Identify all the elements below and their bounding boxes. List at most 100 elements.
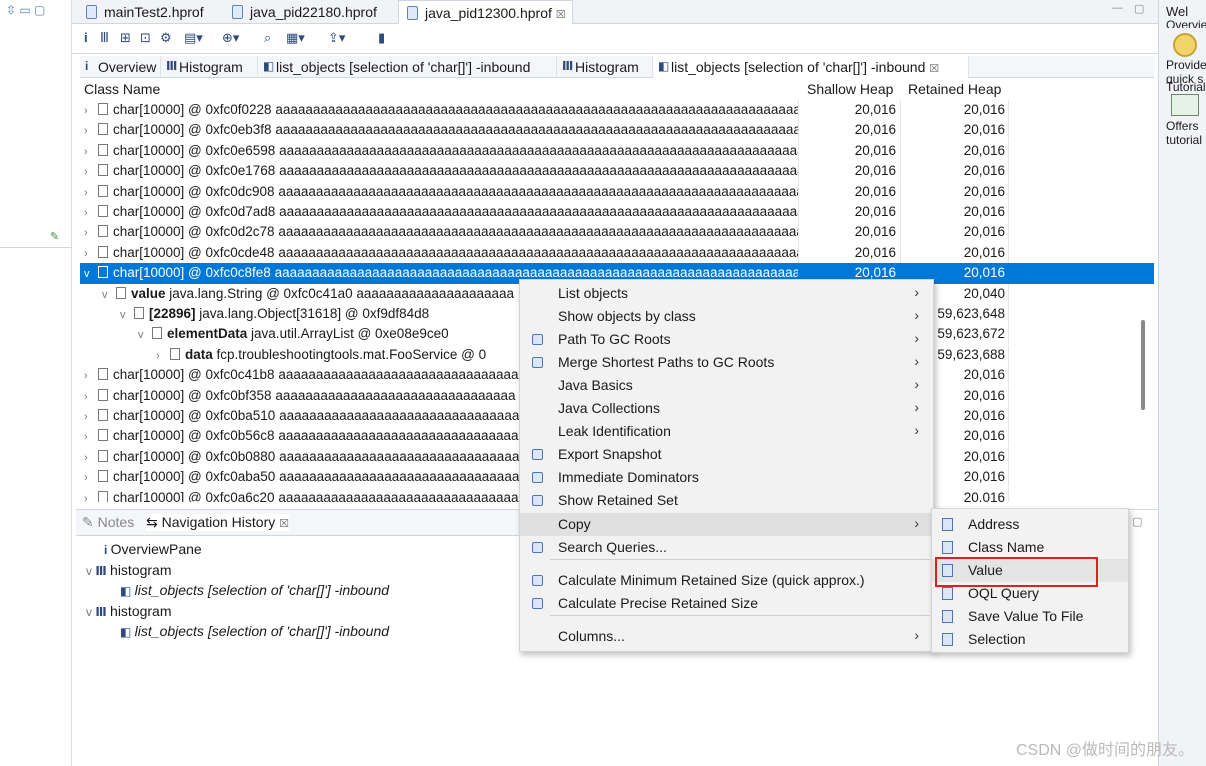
tab-overview[interactable]: i Overview [80,56,161,78]
copy-item-selection[interactable]: Selection [932,628,1128,651]
expand-arrow-icon[interactable]: › [84,452,98,464]
file-tab-maintest2[interactable]: mainTest2.hprof [78,0,210,24]
menu-item-calculate-precise-retained-size[interactable]: Calculate Precise Retained Size [520,592,933,615]
tab-histogram[interactable]: Ⅲ Histogram [161,56,258,78]
table-row[interactable]: › char[10000] @ 0xfc0f0228 aaaaaaaaaaaaaa… [80,100,1154,120]
minimize-icon[interactable]: — [1112,2,1123,14]
lightbulb-icon[interactable] [1173,33,1197,57]
editor-tab-bar: i Overview Ⅲ Histogram ◧ list_objects [sele… [80,56,1154,78]
group-icon[interactable]: ▦▾ [286,30,305,46]
menu-item-merge-shortest-paths-to-gc-roots[interactable]: Merge Shortest Paths to GC Roots › [520,351,933,374]
maximize-icon[interactable]: ▢ [1134,2,1144,15]
menu-item-show-retained-set[interactable]: Show Retained Set [520,489,933,512]
close-icon[interactable]: ☒ [279,518,289,530]
close-icon[interactable]: ☒ [556,9,566,21]
tab-list-objects[interactable]: ◧ list_objects [selection of 'char[]'] -i… [258,56,557,78]
file-tab-pid22180[interactable]: java_pid22180.hprof [224,0,383,24]
search-icon[interactable]: ⌕ [264,30,271,46]
table-row[interactable]: › char[10000] @ 0xfc0cde48 aaaaaaaaaaaaaa… [80,242,1154,263]
expand-arrow-icon[interactable]: v [84,268,98,280]
expand-arrow-icon[interactable]: v [86,605,95,619]
tutorial-icon[interactable] [1171,94,1199,116]
reports-icon[interactable]: ▤▾ [184,30,203,46]
column-header-retained-heap[interactable]: Retained Heap [908,78,1001,100]
column-header-shallow-heap[interactable]: Shallow Heap [807,78,893,100]
table-row[interactable]: › char[10000] @ 0xfc0d7ad8 aaaaaaaaaaaaaa… [80,202,1154,222]
expand-arrow-icon[interactable]: › [84,207,98,219]
expand-arrow-icon[interactable]: › [84,391,98,403]
menu-item-copy[interactable]: Copy › [520,513,933,536]
menu-item-columns[interactable]: Columns... › [520,625,933,648]
tab-histogram-2[interactable]: Ⅲ Histogram [557,56,653,78]
expand-arrow-icon[interactable]: › [84,472,98,484]
menu-item-label: Path To GC Roots [558,331,671,347]
expand-arrow-icon[interactable]: › [84,125,98,137]
history-item[interactable]: v Ⅲ histogram [86,603,172,619]
heapdump-icon[interactable]: ⚙ [160,30,172,46]
menu-item-export-snapshot[interactable]: Export Snapshot [520,443,933,466]
overview-icon[interactable]: i [84,30,88,45]
history-item-label: histogram [110,561,172,578]
menu-item-search-queries[interactable]: Search Queries... [520,536,933,559]
maximize-icon[interactable]: ▢ [1132,515,1142,528]
history-item[interactable]: ◧ list_objects [selection of 'char[]'] -… [120,582,389,598]
menu-item-label: Leak Identification [558,423,671,439]
copy-item-address[interactable]: Address [932,513,1128,536]
menu-item-path-to-gc-roots[interactable]: Path To GC Roots › [520,328,933,351]
menu-item-leak-identification[interactable]: Leak Identification › [520,420,933,443]
expand-arrow-icon[interactable]: › [84,166,98,178]
oql-icon[interactable]: ⊡ [140,30,151,46]
table-row[interactable]: › char[10000] @ 0xfc0d2c78 aaaaaaaaaaaaaa… [80,222,1154,243]
tab-list-objects-2[interactable]: ◧ list_objects [selection of 'char[]'] -i… [653,56,969,78]
query-browser-icon[interactable]: ⊕▾ [222,30,239,46]
tutorial-link[interactable]: tutorial [1166,133,1206,147]
list-objects-tab-icon: ◧ [263,59,275,73]
object-icon [98,143,108,156]
object-icon [98,409,108,421]
history-item[interactable]: v Ⅲ histogram [86,562,172,578]
vertical-scrollbar[interactable] [1141,320,1145,410]
history-item[interactable]: i OverviewPane [104,541,202,557]
menu-item-icon [532,357,543,368]
expand-arrow-icon[interactable]: v [138,329,152,341]
expand-arrow-icon[interactable]: › [84,370,98,382]
table-row[interactable]: › char[10000] @ 0xfc0e6598 aaaaaaaaaaaaaa… [80,140,1154,161]
history-item[interactable]: ◧ list_objects [selection of 'char[]'] -… [120,623,389,639]
expand-arrow-icon[interactable]: › [84,493,98,502]
file-tab-pid12300[interactable]: java_pid12300.hprof ☒ [398,0,573,24]
expand-arrow-icon[interactable]: v [102,289,116,301]
copy-item-save-value-to-file[interactable]: Save Value To File [932,605,1128,628]
expand-arrow-icon[interactable]: › [84,105,98,117]
menu-item-java-collections[interactable]: Java Collections › [520,397,933,420]
view-menu-icon[interactable]: ⇳ ▭ ▢ [6,3,45,17]
submenu-arrow-icon: › [914,353,919,369]
menu-item-immediate-dominators[interactable]: Immediate Dominators [520,466,933,489]
expand-arrow-icon[interactable]: v [86,564,95,578]
menu-item-calculate-minimum-retained-size-quick-approx[interactable]: Calculate Minimum Retained Size (quick a… [520,569,933,592]
menu-item-java-basics[interactable]: Java Basics › [520,374,933,397]
expand-arrow-icon[interactable]: › [84,227,98,239]
expand-arrow-icon[interactable]: › [84,187,98,199]
table-row[interactable]: › char[10000] @ 0xfc0eb3f8 aaaaaaaaaaaaaa… [80,120,1154,141]
histogram-icon[interactable]: Ⅲ [100,30,109,46]
expand-arrow-icon[interactable]: › [84,411,98,423]
expand-arrow-icon[interactable]: › [84,146,98,158]
column-header-class-name[interactable]: Class Name [84,78,160,100]
close-icon[interactable]: ☒ [929,63,939,75]
table-row[interactable]: › char[10000] @ 0xfc0e1768 aaaaaaaaaaaaaa… [80,161,1154,182]
expand-arrow-icon[interactable]: › [84,431,98,443]
expand-arrow-icon[interactable]: v [120,309,134,321]
menu-item-list-objects[interactable]: List objects › [520,282,933,305]
tab-notes[interactable]: ✎ Notes [82,514,134,531]
expand-arrow-icon[interactable]: › [156,350,170,362]
copy-item-class-name[interactable]: Class Name [932,536,1128,559]
export-icon[interactable]: ⇪▾ [328,30,345,46]
table-row[interactable]: › char[10000] @ 0xfc0dc908 aaaaaaaaaaaaaa… [80,181,1154,202]
welcome-panel: Wel Overvie Provide quick s Tutorial Off… [1158,0,1206,766]
expand-arrow-icon[interactable]: › [84,248,98,260]
tab-navigation-history[interactable]: ⇆ Navigation History ☒ [146,514,289,531]
calculate-icon[interactable]: ▮ [378,30,385,46]
dominator-tree-icon[interactable]: ⊞ [120,30,131,46]
class-name-cell: › char[10000] @ 0xfc0d7ad8 aaaaaaaaaaaaaa… [80,202,798,222]
menu-item-show-objects-by-class[interactable]: Show objects by class › [520,305,933,328]
